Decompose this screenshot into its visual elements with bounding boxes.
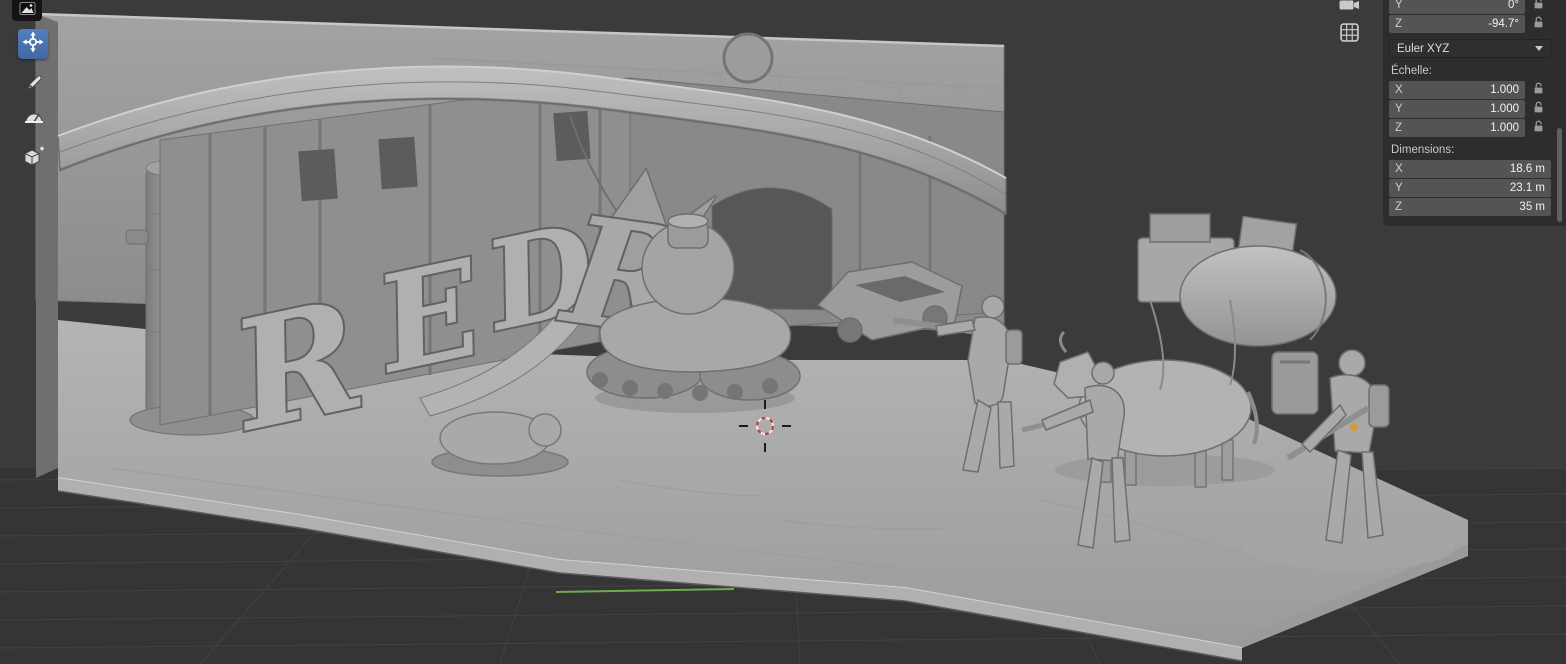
axis-label: Y [1395, 182, 1403, 194]
dimension-x-value: 18.6 m [1509, 163, 1545, 175]
scale-x-value: 1.000 [1490, 84, 1519, 96]
cube-icon [21, 146, 45, 174]
scale-section-label: Échelle: [1391, 65, 1432, 77]
dimension-z-row: Z 35 m [1389, 198, 1566, 216]
rotation-z-row: Z -94.7° [1389, 15, 1566, 33]
lock-open-icon [1533, 16, 1544, 32]
measure-tool-button[interactable] [20, 106, 47, 133]
grid-icon [1340, 22, 1359, 47]
axis-label: Y [1395, 0, 1403, 11]
scale-z-field[interactable]: Z 1.000 [1389, 119, 1525, 137]
rotation-y-field[interactable]: Y 0° [1389, 0, 1525, 14]
dimension-x-field[interactable]: X 18.6 m [1389, 160, 1551, 178]
pencil-icon [24, 73, 44, 98]
move-gizmo-icon [22, 31, 44, 58]
axis-label: Z [1395, 201, 1403, 213]
axis-label: Y [1395, 103, 1403, 115]
dimension-z-field[interactable]: Z 35 m [1389, 198, 1551, 216]
scale-z-row: Z 1.000 [1389, 119, 1566, 137]
scale-y-field[interactable]: Y 1.000 [1389, 100, 1525, 118]
scale-x-lock[interactable] [1525, 82, 1551, 98]
rotation-z-value: -94.7° [1488, 18, 1519, 30]
scale-x-field[interactable]: X 1.000 [1389, 81, 1525, 99]
dimension-y-value: 23.1 m [1509, 182, 1545, 194]
axis-label: X [1395, 84, 1403, 96]
rotation-y-row: Y 0° [1389, 0, 1566, 14]
dimension-y-row: Y 23.1 m [1389, 179, 1566, 197]
scale-z-lock[interactable] [1525, 120, 1551, 136]
grid-view-button[interactable] [1340, 22, 1359, 47]
rotation-y-lock[interactable] [1525, 0, 1551, 13]
protractor-icon [24, 107, 44, 132]
panel-scrollbar[interactable] [1557, 128, 1562, 222]
axis-label: Z [1395, 18, 1403, 30]
image-editor-icon [19, 1, 36, 20]
annotate-tool-button[interactable] [20, 72, 47, 99]
lock-open-icon [1533, 101, 1544, 117]
scale-x-row: X 1.000 [1389, 81, 1566, 99]
transform-sidebar-panel: Y 0° Z -94.7° Euler XYZ Échelle: X 1.000… [1383, 0, 1566, 226]
axis-label: Z [1395, 122, 1403, 134]
scale-y-row: Y 1.000 [1389, 100, 1566, 118]
rotation-mode-value: Euler XYZ [1397, 42, 1450, 55]
dimensions-section-label: Dimensions: [1391, 144, 1455, 156]
lock-open-icon [1533, 0, 1544, 13]
axis-label: X [1395, 163, 1403, 175]
camera-icon [1337, 0, 1361, 16]
camera-view-button[interactable] [1337, 0, 1361, 14]
soldier-marker-dot [1350, 423, 1358, 431]
rotation-y-value: 0° [1508, 0, 1519, 11]
dimension-z-value: 35 m [1519, 201, 1545, 213]
rotation-z-field[interactable]: Z -94.7° [1389, 15, 1525, 33]
dimension-x-row: X 18.6 m [1389, 160, 1566, 178]
pig-model[interactable] [431, 411, 569, 477]
dimension-y-field[interactable]: Y 23.1 m [1389, 179, 1551, 197]
chevron-down-icon [1535, 46, 1543, 51]
lock-open-icon [1533, 82, 1544, 98]
rotation-mode-dropdown[interactable]: Euler XYZ [1389, 39, 1551, 58]
move-tool-button[interactable] [18, 29, 48, 59]
editor-type-button[interactable] [12, 0, 42, 21]
lock-open-icon [1533, 120, 1544, 136]
scale-z-value: 1.000 [1490, 122, 1519, 134]
scale-y-lock[interactable] [1525, 101, 1551, 117]
scale-y-value: 1.000 [1490, 103, 1519, 115]
viewport-3d[interactable]: R E D R [0, 0, 1566, 664]
add-cube-tool-button[interactable] [16, 144, 49, 175]
rotation-z-lock[interactable] [1525, 16, 1551, 32]
